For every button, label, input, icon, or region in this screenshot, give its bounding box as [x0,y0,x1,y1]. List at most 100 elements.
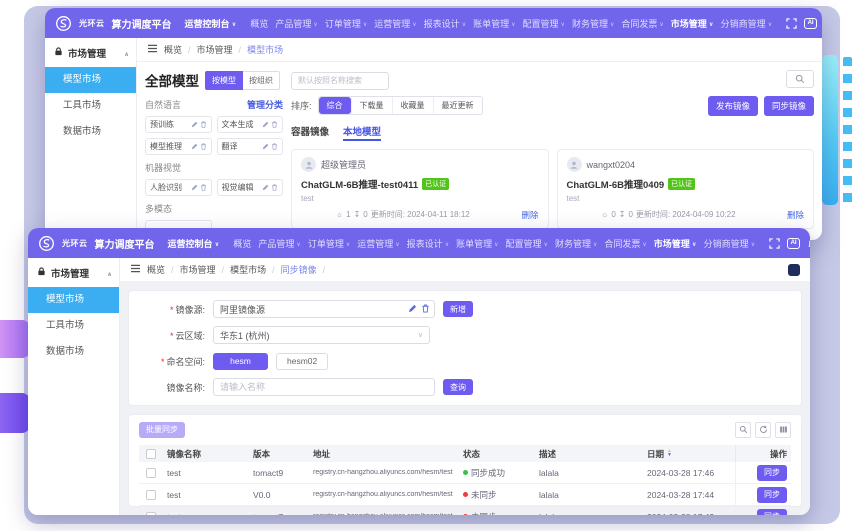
fullscreen-icon[interactable] [769,237,780,250]
nav-item-finance[interactable]: 财务管理 [555,237,597,250]
manage-categories-link[interactable]: 管理分类 [247,98,283,111]
nav-item-distributor[interactable]: 分销商管理 [721,17,772,30]
query-button[interactable]: 查询 [443,379,473,395]
namespace-option-hesm02[interactable]: hesm02 [276,353,328,370]
card-title: ChatGLM-6B推理0409 [567,177,665,191]
delete-link[interactable]: 删除 [787,209,804,221]
row-sync-button[interactable]: 同步 [757,487,787,503]
chevron-down-icon [768,18,772,28]
trash-icon[interactable] [421,304,430,313]
batch-sync-button[interactable]: 批量同步 [139,422,185,438]
nav-item-billing[interactable]: 账单管理 [473,17,515,30]
row-sync-button[interactable]: 同步 [757,465,787,481]
sort-comprehensive[interactable]: 综合 [319,97,351,114]
image-source-input[interactable] [213,300,435,318]
sidebar-item-model-market[interactable]: 模型市场 [45,67,136,93]
sort-icon[interactable]: ▲▼ [667,450,672,457]
nav-item-market[interactable]: 市场管理 [654,237,697,250]
decor-cyan-dots [843,57,852,205]
category-tag[interactable]: 视觉编辑 [217,179,284,196]
sort-favorites[interactable]: 收藏量 [392,97,433,114]
sidebar-item-model-market[interactable]: 模型市场 [28,287,119,313]
hamburger-icon[interactable] [147,44,158,55]
breadcrumb-item[interactable]: 市场管理 [197,43,242,56]
toggle-by-model-button[interactable]: 按模型 [205,71,243,90]
nav-item-market[interactable]: 市场管理 [671,17,714,30]
sort-downloads[interactable]: 下载量 [351,97,392,114]
namespace-option-hesm[interactable]: hesm [213,353,268,370]
nav-item-distributor[interactable]: 分销商管理 [704,237,755,250]
nav-item-console[interactable]: 运营控制台 [185,17,237,30]
col-date[interactable]: 日期▲▼ [643,448,735,460]
tab-container-image[interactable]: 容器镜像 [291,124,329,141]
model-card[interactable]: 超级管理员 ChatGLM-6B推理-test0411 已认证 test 10更… [291,149,549,229]
sidebar-item-data-market[interactable]: 数据市场 [45,119,136,145]
search-button[interactable] [786,70,814,88]
nav-item-config[interactable]: 配置管理 [523,17,565,30]
add-source-button[interactable]: 新增 [443,301,473,317]
nav-item-product[interactable]: 产品管理 [275,17,317,30]
category-tag[interactable]: 预训练 [145,116,212,133]
row-checkbox[interactable] [146,468,156,478]
search-input[interactable] [291,72,389,90]
sidebar-item-tool-market[interactable]: 工具市场 [45,93,136,119]
breadcrumb-item[interactable]: 概览 [147,263,174,276]
platform-title: 算力调度平台 [112,16,172,31]
ai-assistant-icon[interactable]: AI [804,17,817,30]
nav-item-order[interactable]: 订单管理 [325,17,367,30]
ai-assistant-icon[interactable]: AI [787,237,800,250]
nav-item-console[interactable]: 运营控制台 [168,237,220,250]
nav-item-config[interactable]: 配置管理 [506,237,548,250]
theme-widget-button[interactable] [788,264,800,276]
nav-item-report[interactable]: 报表设计 [424,17,466,30]
nav-item-billing[interactable]: 账单管理 [456,237,498,250]
nav-item-overview[interactable]: 概览 [250,17,268,30]
chevron-down-icon [610,18,614,28]
delete-link[interactable]: 删除 [521,209,538,221]
nav-item-order[interactable]: 订单管理 [308,237,350,250]
nav-item-finance[interactable]: 财务管理 [572,17,614,30]
nav-item-report[interactable]: 报表设计 [407,237,449,250]
sidebar-item-tool-market[interactable]: 工具市场 [28,313,119,339]
nav-item-contract[interactable]: 合同发票 [621,17,663,30]
sort-recent[interactable]: 最近更新 [433,97,482,114]
edit-icon[interactable] [408,304,417,313]
nav-item-contract[interactable]: 合同发票 [604,237,646,250]
nav-item-operation[interactable]: 运营管理 [374,17,416,30]
person-icon [569,160,579,170]
row-checkbox[interactable] [146,490,156,500]
nav-item-operation[interactable]: 运营管理 [357,237,399,250]
col-description: 描述 [535,448,643,460]
notification-bell-icon[interactable]: 25 [807,237,810,250]
breadcrumb-item[interactable]: 概览 [164,43,191,56]
category-tag[interactable]: 文本生成 [217,116,284,133]
toggle-by-org-button[interactable]: 按组织 [243,71,280,90]
fullscreen-icon[interactable] [786,17,797,30]
model-card[interactable]: wangxt0204 ChatGLM-6B推理0409 已认证 test 00更… [557,149,815,229]
chevron-up-icon [107,268,112,279]
image-source-label: 镜像源: [143,303,205,316]
sidebar-group-market[interactable]: 市场管理 [45,38,136,67]
table-refresh-button[interactable] [755,422,771,438]
sync-image-button[interactable]: 同步镜像 [764,96,814,116]
publish-image-button[interactable]: 发布镜像 [708,96,758,116]
category-tag[interactable]: 模型推理 [145,138,212,155]
sidebar-group-market[interactable]: 市场管理 [28,258,119,287]
row-checkbox[interactable] [146,512,156,516]
table-columns-button[interactable] [775,422,791,438]
image-name-input[interactable] [213,378,435,396]
table-search-button[interactable] [735,422,751,438]
hamburger-icon[interactable] [130,264,141,275]
nav-item-overview[interactable]: 概览 [233,237,251,250]
breadcrumb-item[interactable]: 模型市场 [230,263,275,276]
row-sync-button[interactable]: 同步 [757,509,787,516]
tab-local-model[interactable]: 本地模型 [343,124,381,141]
table-row: test tomact9 registry.cn-hangzhou.aliyun… [139,462,791,484]
category-tag[interactable]: 翻译 [217,138,284,155]
sidebar-item-data-market[interactable]: 数据市场 [28,339,119,365]
breadcrumb-item[interactable]: 市场管理 [180,263,225,276]
nav-item-product[interactable]: 产品管理 [258,237,300,250]
region-select[interactable]: 华东1 (杭州) ∨ [213,326,430,344]
select-all-checkbox[interactable] [146,449,156,459]
category-tag[interactable]: 人脸识别 [145,179,212,196]
